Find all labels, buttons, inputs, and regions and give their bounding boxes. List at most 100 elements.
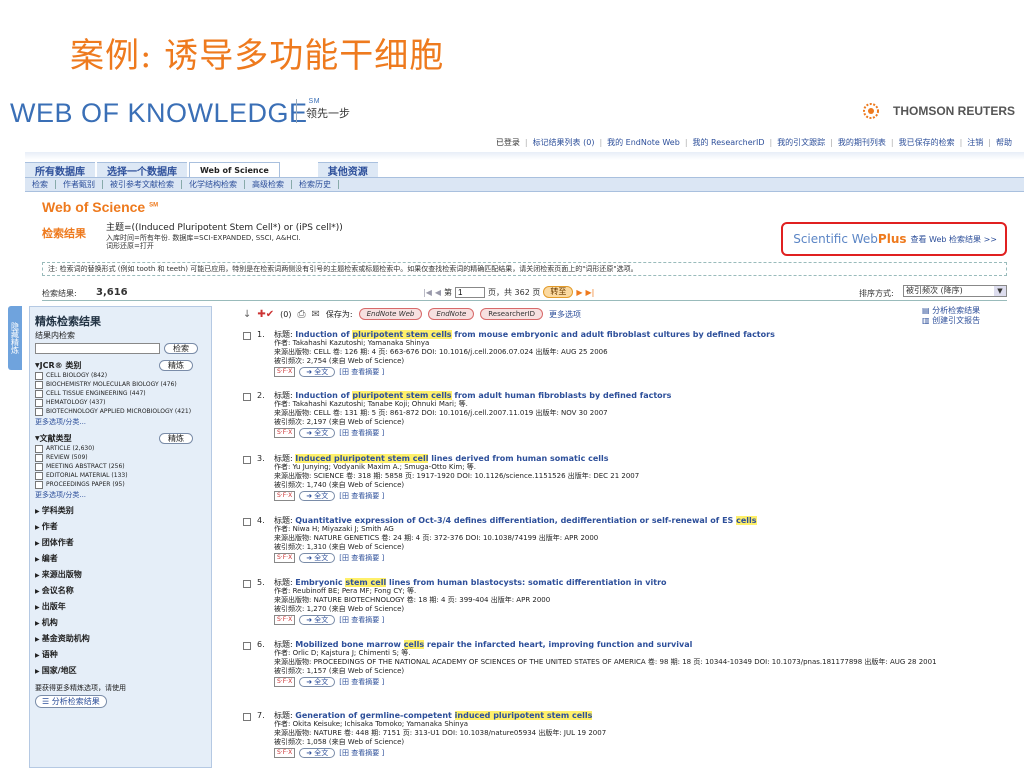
sfx-button[interactable]: S·F·X <box>274 491 296 501</box>
refine-option[interactable]: CELL BIOLOGY (842) <box>35 372 207 380</box>
more-options-link[interactable]: 更多选项/分类... <box>35 490 207 500</box>
subnav-search[interactable]: 检索 <box>25 180 56 189</box>
top-link[interactable]: 我的引文跟踪 <box>777 138 825 147</box>
record-checkbox[interactable] <box>243 580 251 588</box>
top-link[interactable]: 我的 EndNote Web <box>607 138 680 147</box>
tab-other-resources[interactable]: 其他资源 <box>317 162 378 178</box>
record-checkbox[interactable] <box>243 393 251 401</box>
refine-category[interactable]: 作者 <box>35 523 207 532</box>
record-title[interactable]: 标题: Induced pluripotent stem cell lines … <box>274 454 1019 463</box>
print-icon[interactable]: ⎙ <box>298 309 306 320</box>
view-abstract-link[interactable]: [田 查看摘要 ] <box>339 554 384 563</box>
checkbox[interactable] <box>35 399 43 407</box>
refine-option[interactable]: MEETING ABSTRACT (256) <box>35 463 207 471</box>
web-of-knowledge-logo[interactable]: WEB OF KNOWLEDGESM <box>10 98 320 129</box>
fulltext-button[interactable]: ➜ 全文 <box>299 428 336 438</box>
sfx-button[interactable]: S·F·X <box>274 428 296 438</box>
jcr-category-heading[interactable]: JCR® 类别精炼 <box>35 360 207 371</box>
checkbox[interactable] <box>35 454 43 462</box>
refine-button[interactable]: 精炼 <box>159 360 193 371</box>
save-endnote-web-button[interactable]: EndNote Web <box>358 308 423 320</box>
hide-refine-tab[interactable]: 隐藏精炼 <box>8 306 22 370</box>
refine-option[interactable]: HEMATOLOGY (437) <box>35 399 207 407</box>
checkbox[interactable] <box>35 408 43 416</box>
email-icon[interactable]: ✉ <box>312 309 320 320</box>
refine-option[interactable]: PROCEEDINGS PAPER (95) <box>35 481 207 489</box>
refine-button[interactable]: 精炼 <box>159 433 193 444</box>
fulltext-button[interactable]: ➜ 全文 <box>299 491 336 501</box>
checkbox[interactable] <box>35 481 43 489</box>
subnav-structure-search[interactable]: 化学结构检索 <box>182 180 245 189</box>
record-title[interactable]: 标题: Quantitative expression of Oct-3/4 d… <box>274 516 1019 525</box>
top-link[interactable]: 注销 <box>967 138 983 147</box>
view-abstract-link[interactable]: [田 查看摘要 ] <box>339 368 384 377</box>
refine-category[interactable]: 编者 <box>35 555 207 564</box>
record-title[interactable]: 标题: Embryonic stem cell lines from human… <box>274 578 1019 587</box>
checkbox[interactable] <box>35 381 43 389</box>
checkbox[interactable] <box>35 372 43 380</box>
record-title[interactable]: 标题: Generation of germline-competent ind… <box>274 711 1019 720</box>
tab-select-database[interactable]: 选择一个数据库 <box>97 162 187 178</box>
tab-all-databases[interactable]: 所有数据库 <box>25 162 95 178</box>
record-checkbox[interactable] <box>243 642 251 650</box>
sfx-button[interactable]: S·F·X <box>274 367 296 377</box>
top-link[interactable]: 帮助 <box>996 138 1012 147</box>
refine-option[interactable]: BIOCHEMISTRY MOLECULAR BIOLOGY (476) <box>35 381 207 389</box>
go-button[interactable]: 转至 <box>543 286 574 298</box>
tab-web-of-science[interactable]: Web of Science <box>189 162 280 177</box>
checkbox[interactable] <box>35 445 43 453</box>
search-within-button[interactable]: 检索 <box>164 343 198 354</box>
save-endnote-button[interactable]: EndNote <box>428 308 475 320</box>
refine-category[interactable]: 国家/地区 <box>35 667 207 676</box>
record-title[interactable]: 标题: Mobilized bone marrow cells repair t… <box>274 640 1019 649</box>
webplus-link-text[interactable]: 查看 Web 检索结果 >> <box>911 234 997 245</box>
refine-category[interactable]: 语种 <box>35 651 207 660</box>
view-abstract-link[interactable]: [田 查看摘要 ] <box>339 678 384 687</box>
record-checkbox[interactable] <box>243 456 251 464</box>
refine-category[interactable]: 学科类别 <box>35 507 207 516</box>
view-abstract-link[interactable]: [田 查看摘要 ] <box>339 492 384 501</box>
webplus-link[interactable]: Scientific WebPlus 查看 Web 检索结果 >> <box>781 222 1007 256</box>
search-within-input[interactable] <box>35 343 160 354</box>
sfx-button[interactable]: S·F·X <box>274 748 296 758</box>
prev-page-icon[interactable]: ◀ <box>435 288 441 297</box>
last-page-icon[interactable]: ▶| <box>586 288 595 297</box>
more-options-link[interactable]: 更多选项/分类... <box>35 417 207 427</box>
checkbox[interactable] <box>35 472 43 480</box>
top-link[interactable]: 我的期刊列表 <box>838 138 886 147</box>
sfx-button[interactable]: S·F·X <box>274 615 296 625</box>
view-abstract-link[interactable]: [田 查看摘要 ] <box>339 429 384 438</box>
sfx-button[interactable]: S·F·X <box>274 553 296 563</box>
view-abstract-link[interactable]: [田 查看摘要 ] <box>339 616 384 625</box>
refine-option[interactable]: REVIEW (509) <box>35 454 207 462</box>
refine-option[interactable]: BIOTECHNOLOGY APPLIED MICROBIOLOGY (421) <box>35 408 207 416</box>
fulltext-button[interactable]: ➜ 全文 <box>299 367 336 377</box>
refine-category[interactable]: 机构 <box>35 619 207 628</box>
record-title[interactable]: 标题: Induction of pluripotent stem cells … <box>274 391 1019 400</box>
refine-option[interactable]: EDITORIAL MATERIAL (133) <box>35 472 207 480</box>
checkbox[interactable] <box>35 463 43 471</box>
checkbox[interactable] <box>35 390 43 398</box>
sort-select[interactable]: 被引频次 (降序) ▼ <box>903 285 1007 297</box>
subnav-cited-ref-search[interactable]: 被引参考文献检索 <box>103 180 182 189</box>
record-title[interactable]: 标题: Induction of pluripotent stem cells … <box>274 330 1019 339</box>
more-options-link[interactable]: 更多选项 <box>549 309 581 320</box>
fulltext-button[interactable]: ➜ 全文 <box>299 677 336 687</box>
save-researcherid-button[interactable]: ResearcherID <box>480 308 543 320</box>
doctype-heading[interactable]: 文献类型精炼 <box>35 433 207 444</box>
first-page-icon[interactable]: |◀ <box>423 288 432 297</box>
record-checkbox[interactable] <box>243 518 251 526</box>
record-checkbox[interactable] <box>243 332 251 340</box>
analyze-results-button[interactable]: ☰ 分析检索结果 <box>35 695 107 708</box>
refine-option[interactable]: ARTICLE (2,630) <box>35 445 207 453</box>
fulltext-button[interactable]: ➜ 全文 <box>299 553 336 563</box>
citation-report-link[interactable]: ▥ 创建引文报告 <box>922 316 980 326</box>
analyze-results-link[interactable]: ▤ 分析检索结果 <box>922 306 980 316</box>
refine-category[interactable]: 会议名称 <box>35 587 207 596</box>
fulltext-button[interactable]: ➜ 全文 <box>299 615 336 625</box>
view-abstract-link[interactable]: [田 查看摘要 ] <box>339 749 384 758</box>
record-checkbox[interactable] <box>243 713 251 721</box>
next-page-icon[interactable]: ▶ <box>576 288 582 297</box>
refine-category[interactable]: 来源出版物 <box>35 571 207 580</box>
subnav-author-finder[interactable]: 作者甄别 <box>56 180 103 189</box>
